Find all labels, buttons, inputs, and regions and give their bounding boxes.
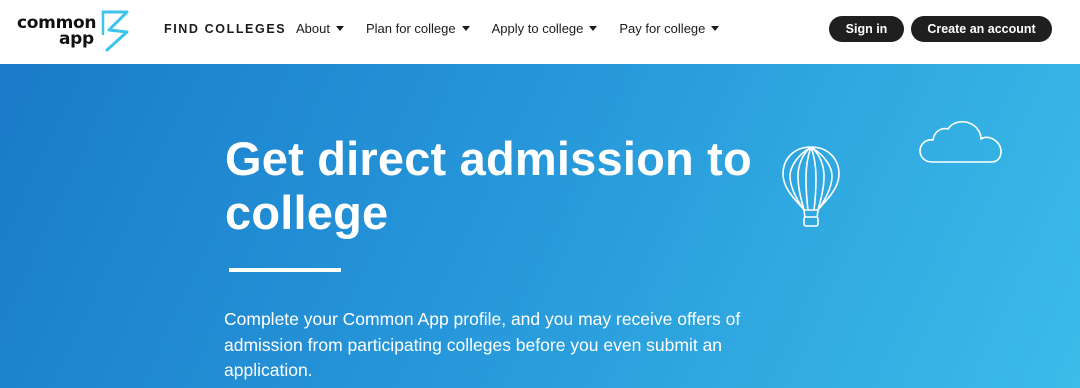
cloud-icon <box>919 120 1002 163</box>
caret-down-icon <box>589 26 598 31</box>
logo-mark-icon <box>101 10 129 52</box>
nav-item-pay-for-college[interactable]: Pay for college <box>619 21 720 36</box>
hero-description: Complete your Common App profile, and yo… <box>224 309 741 380</box>
main-nav: About Plan for college Apply to college … <box>296 21 741 36</box>
nav-item-label: About <box>296 21 330 36</box>
nav-item-apply-to-college[interactable]: Apply to college <box>492 21 598 36</box>
nav-item-label: Pay for college <box>619 21 706 36</box>
sign-in-button[interactable]: Sign in <box>829 16 904 42</box>
create-account-button[interactable]: Create an account <box>911 16 1052 42</box>
find-colleges-link[interactable]: FIND COLLEGES <box>164 22 286 36</box>
nav-item-label: Plan for college <box>365 21 456 36</box>
hero-banner: Get direct admission to college Complete… <box>0 64 1080 388</box>
site-header: common app FIND COLLEGES About Plan for … <box>0 0 1080 64</box>
caret-down-icon <box>711 26 720 31</box>
nav-item-about[interactable]: About <box>296 21 344 36</box>
logo-text-app: app <box>59 29 94 49</box>
hero-title: Get direct admission to college <box>225 132 752 239</box>
nav-item-plan-for-college[interactable]: Plan for college <box>366 21 470 36</box>
common-app-logo[interactable]: common app <box>17 8 135 54</box>
caret-down-icon <box>461 26 470 31</box>
nav-item-label: Apply to college <box>491 21 584 36</box>
caret-down-icon <box>335 26 344 31</box>
hot-air-balloon-icon <box>782 146 840 227</box>
hero-divider <box>229 268 341 272</box>
